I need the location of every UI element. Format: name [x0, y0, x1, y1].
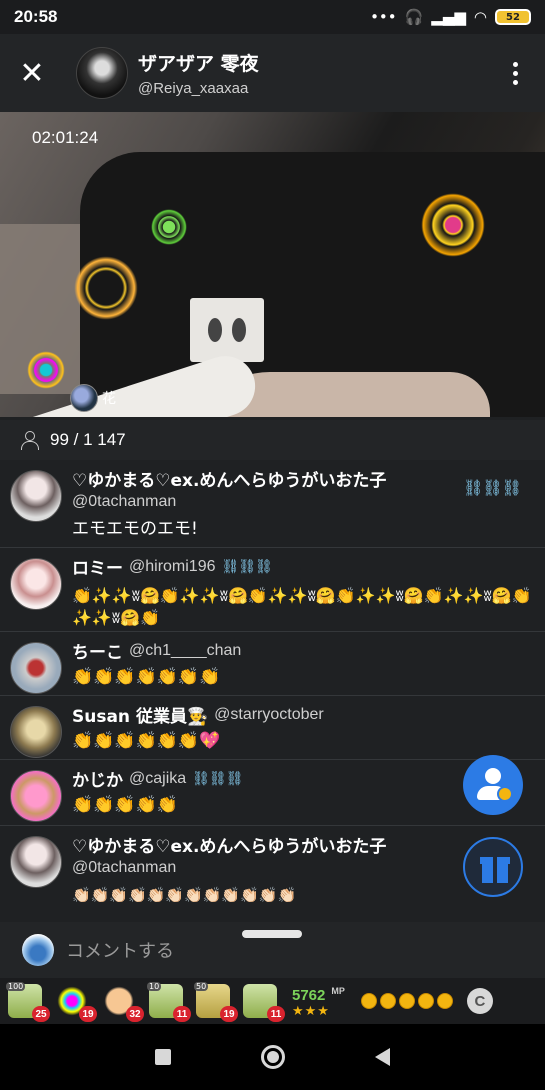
commenter-avatar[interactable] — [10, 836, 62, 888]
person-icon — [20, 431, 39, 450]
status-bar: 20:58 ••• 🎧 ▂▄▆ ◠ 52 — [0, 0, 545, 34]
supporter-badge-icon: ⛓⛓⛓ — [221, 558, 273, 575]
tea-gift-icon[interactable]: 10 11 — [147, 982, 191, 1022]
comment-text: 👏🏻👏🏻👏🏻👏🏻👏🏻👏🏻👏🏻👏🏻👏🏻👏🏻👏🏻👏🏻 — [72, 886, 297, 904]
gift-price-tag: 10 — [147, 982, 162, 991]
comment-text: 👏👏👏👏👏👏💖 — [72, 731, 221, 751]
gift-icon-ribbon — [493, 855, 497, 883]
firework-effect-icon — [148, 206, 190, 248]
host-avatar[interactable] — [76, 47, 128, 99]
comment-item[interactable]: ちーこ @ch1____chan 👏👏👏👏👏👏👏 — [0, 632, 545, 696]
commenter-avatar[interactable] — [10, 642, 62, 694]
gift-price-tag: 100 — [6, 982, 26, 991]
commenter-avatar[interactable] — [10, 470, 62, 522]
comment-item[interactable]: ロミー @hiromi196 ⛓⛓⛓ 👏✨✨ʬ🤗👏✨✨ʬ🤗👏✨✨ʬ🤗👏✨✨ʬ🤗👏… — [0, 548, 545, 632]
viewer-count: 99 / 1 147 — [0, 420, 545, 460]
more-dot-icon — [512, 61, 518, 67]
gift-sender-avatar — [70, 384, 98, 412]
mp-stars: ★★★ — [292, 1003, 330, 1019]
comment-text: 👏👏👏👏👏 — [72, 795, 178, 815]
status-time: 20:58 — [14, 7, 58, 26]
gift-price-tag: 50 — [194, 982, 209, 991]
gift-count-badge: 11 — [173, 1006, 191, 1022]
signal-icon: ▂▄▆ — [431, 8, 466, 26]
coin-icon — [360, 993, 377, 1009]
host-info[interactable]: ザアザア 零夜 @Reiya_xaaxaa — [138, 49, 259, 97]
system-nav-bar — [0, 1024, 545, 1090]
back-icon[interactable] — [375, 1048, 390, 1066]
gift-count-badge: 19 — [79, 1006, 97, 1022]
gift-count-badge: 11 — [267, 1006, 285, 1022]
gift-count-badge: 19 — [220, 1006, 238, 1022]
comment-input[interactable]: コメントする — [66, 937, 174, 963]
tea-gift-icon[interactable]: 11 — [243, 984, 285, 1022]
stream-elapsed-time: 02:01:24 — [32, 128, 99, 147]
more-dots-icon: ••• — [370, 8, 397, 26]
firework-effect-icon — [418, 190, 488, 260]
commenter-name: ♡ゆかまる♡ex.めんへらゆうがいおた子 — [72, 837, 387, 857]
supporter-badge-icon: ⛓⛓⛓ — [463, 478, 522, 497]
host-name: ザアザア 零夜 — [138, 53, 259, 75]
broadcast-header: ✕ ザアザア 零夜 @Reiya_xaaxaa — [0, 34, 545, 112]
gift-sender-label: 花 — [102, 391, 116, 407]
commenter-handle: @hiromi196 — [129, 557, 216, 575]
comment-list[interactable]: ♡ゆかまる♡ex.めんへらゆうがいおた子 @0tachanman エモエモのエモ… — [0, 460, 545, 920]
firework-effect-icon — [66, 248, 146, 328]
commenter-name: ロミー — [72, 559, 123, 579]
commenter-handle: @starryoctober — [214, 705, 324, 723]
my-avatar — [22, 934, 54, 966]
commenter-name: Susan 従業員👨‍🍳 — [72, 707, 209, 727]
host-handle: @Reiya_xaaxaa — [138, 80, 249, 97]
video-scene-patch — [190, 298, 264, 362]
follow-profile-button[interactable] — [463, 755, 523, 815]
fireworks-gift-icon[interactable]: 19 — [55, 984, 97, 1022]
comment-text: 👏👏👏👏👏👏👏 — [72, 667, 221, 687]
recents-icon[interactable] — [155, 1049, 171, 1065]
comment-text: エモエモのエモ! — [72, 519, 198, 539]
commenter-avatar[interactable] — [10, 558, 62, 610]
comment-item[interactable]: Susan 従業員👨‍🍳 @starryoctober 👏👏👏👏👏👏💖 — [0, 696, 545, 760]
wifi-icon: ◠ — [473, 8, 487, 26]
coin-icon — [417, 993, 434, 1009]
tea-gift-icon[interactable]: 50 19 — [194, 982, 238, 1022]
coin-icon — [398, 993, 415, 1009]
mp-unit: MP — [331, 985, 345, 996]
battery-icon: 52 — [495, 9, 531, 25]
tea-gift-icon[interactable]: 100 25 — [6, 982, 50, 1022]
c-button[interactable]: C — [466, 988, 493, 1014]
coin-icon — [436, 993, 453, 1009]
comment-text: 👏✨✨ʬ🤗👏✨✨ʬ🤗👏✨✨ʬ🤗👏✨✨ʬ🤗👏✨✨ʬ🤗👏✨✨ʬ🤗👏 — [72, 586, 532, 627]
more-options-button[interactable] — [485, 43, 545, 103]
close-button[interactable]: ✕ — [0, 41, 64, 105]
more-dot-icon — [512, 79, 518, 85]
mp-balance: 5762 MP ★★★ — [292, 983, 345, 1020]
supporter-badge-icon: ⛓⛓⛓ — [192, 770, 243, 787]
coin-icon — [379, 993, 396, 1009]
commenter-handle: @cajika — [129, 769, 187, 787]
viewer-count-text: 99 / 1 147 — [50, 430, 126, 449]
home-icon[interactable] — [261, 1045, 285, 1069]
commenter-avatar[interactable] — [10, 770, 62, 822]
commenter-name: ♡ゆかまる♡ex.めんへらゆうがいおた子 — [72, 471, 387, 491]
commenter-name: ちーこ — [72, 643, 123, 663]
clap-gift-icon[interactable]: 32 — [102, 984, 144, 1022]
gift-count-badge: 25 — [32, 1006, 50, 1022]
user-icon — [485, 768, 501, 784]
coin-icons — [360, 993, 453, 1009]
commenter-handle: @ch1____chan — [129, 641, 242, 659]
gift-sender-tag: 花 — [70, 384, 116, 412]
gift-count-badge: 32 — [126, 1006, 144, 1022]
drag-handle[interactable] — [242, 930, 302, 938]
commenter-name: かじか — [72, 771, 123, 791]
status-icons: ••• 🎧 ▂▄▆ ◠ 52 — [370, 8, 531, 26]
gift-tray[interactable]: 100 25 19 32 10 11 50 19 11 5762 MP ★★★ C — [0, 978, 545, 1024]
commenter-avatar[interactable] — [10, 706, 62, 758]
gift-button[interactable] — [463, 837, 523, 897]
firework-effect-icon — [26, 350, 66, 390]
comment-item[interactable]: ♡ゆかまる♡ex.めんへらゆうがいおた子 @0tachanman エモエモのエモ… — [0, 460, 545, 548]
more-dot-icon — [512, 70, 518, 76]
check-badge-icon — [497, 786, 513, 802]
mp-value: 5762 — [292, 986, 326, 1004]
headphones-icon: 🎧 — [404, 8, 424, 26]
